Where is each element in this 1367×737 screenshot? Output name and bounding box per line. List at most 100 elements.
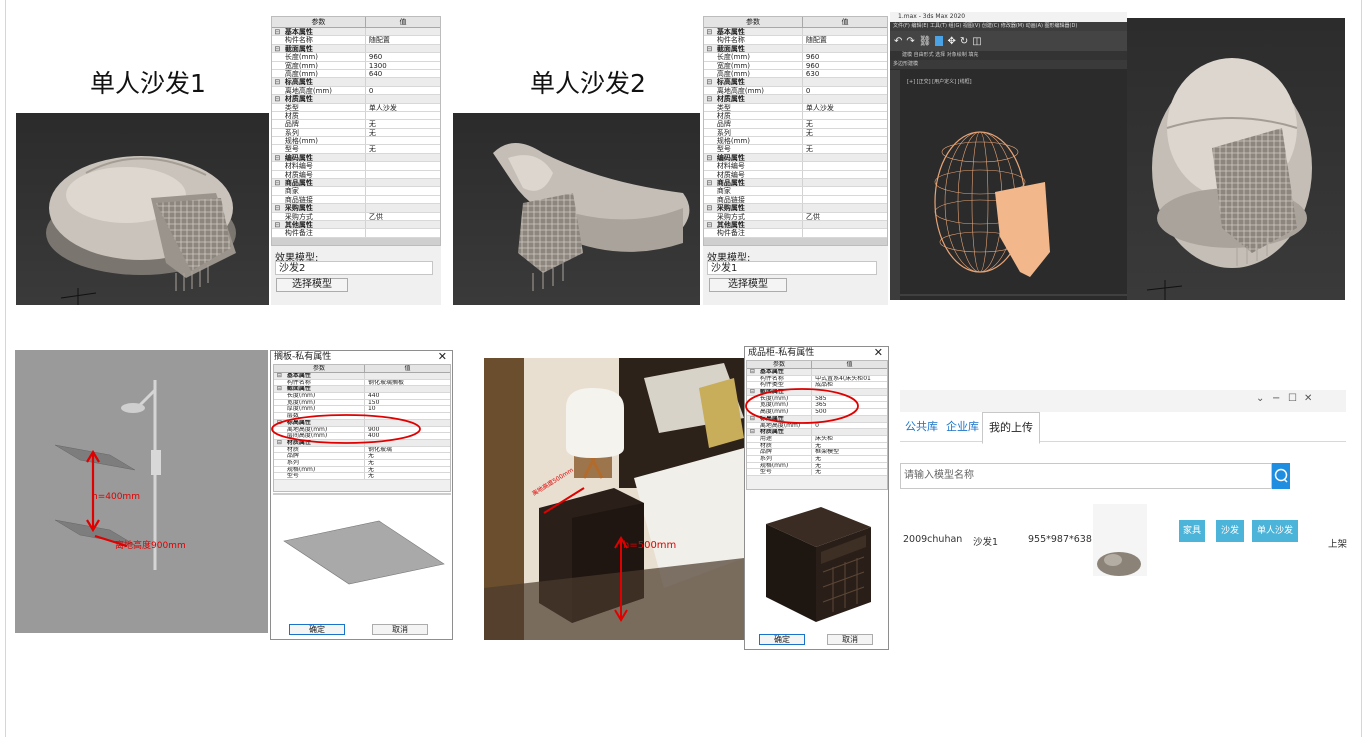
3dsmax-subribbon[interactable]: 多边形建模: [890, 60, 1127, 69]
collapse-icon[interactable]: ⊟: [704, 204, 715, 212]
property-section-row[interactable]: ⊟ 编码属性: [704, 153, 887, 163]
select-model-button[interactable]: 选择模型: [709, 278, 787, 292]
property-value[interactable]: 单人沙发: [366, 104, 440, 111]
property-value[interactable]: 无: [365, 473, 450, 479]
close-icon[interactable]: ✕: [1304, 393, 1312, 404]
property-section-row[interactable]: ⊟ 基本属性: [704, 28, 887, 37]
property-section-row[interactable]: ⊟ 材质属性: [272, 95, 440, 104]
property-value[interactable]: [366, 137, 440, 144]
property-value[interactable]: [803, 196, 887, 203]
property-section-row[interactable]: ⊟ 商品属性: [272, 179, 440, 188]
scrollbar-horizontal[interactable]: [272, 237, 440, 245]
tab-public-library[interactable]: 公共库: [905, 412, 938, 442]
collapse-icon[interactable]: ⊟: [704, 45, 715, 53]
property-value[interactable]: 钢化玻璃: [365, 447, 450, 453]
property-value[interactable]: 150: [365, 400, 450, 406]
collapse-icon[interactable]: ⊟: [704, 221, 715, 229]
collapse-icon[interactable]: ⊟: [272, 45, 283, 53]
effect-model-field[interactable]: 沙发2: [275, 261, 433, 275]
property-value[interactable]: 随配置: [366, 36, 440, 43]
3dsmax-menubar[interactable]: 文件(F) 编辑(E) 工具(T) 组(G) 视图(V) 创建(C) 修改器(M…: [890, 22, 1127, 31]
property-value[interactable]: 960: [366, 53, 440, 60]
collapse-icon[interactable]: ⊟: [272, 154, 283, 162]
property-value[interactable]: 无: [812, 463, 887, 469]
maximize-icon[interactable]: ☐: [1288, 393, 1297, 404]
property-value[interactable]: [366, 196, 440, 203]
property-section-row[interactable]: ⊟ 截面属性: [272, 44, 440, 54]
property-value[interactable]: 无: [803, 129, 887, 136]
collapse-icon[interactable]: ⊟: [274, 372, 285, 379]
collapse-icon[interactable]: ⊟: [272, 221, 283, 229]
property-value[interactable]: 无: [366, 129, 440, 136]
tag-sofa[interactable]: 沙发: [1216, 520, 1244, 542]
tag-furniture[interactable]: 家具: [1179, 520, 1205, 542]
property-section-row[interactable]: ⊟ 采购属性: [704, 204, 887, 213]
redo-icon[interactable]: ↷: [906, 36, 914, 47]
select-model-button[interactable]: 选择模型: [276, 278, 348, 292]
rotate-icon[interactable]: ↻: [960, 36, 968, 47]
property-section-row[interactable]: ⊟ 基本属性: [274, 372, 450, 380]
property-value[interactable]: 640: [366, 70, 440, 77]
property-value[interactable]: 440: [365, 393, 450, 399]
property-section-row[interactable]: ⊟ 基本属性: [747, 368, 887, 376]
property-value[interactable]: [803, 229, 887, 236]
collapse-icon[interactable]: ⊟: [272, 204, 283, 212]
collapse-icon[interactable]: ⊟: [704, 179, 715, 187]
minimize-icon[interactable]: −: [1272, 393, 1280, 404]
model-thumbnail[interactable]: [1093, 504, 1147, 576]
property-section-row[interactable]: ⊟ 标高属性: [704, 78, 887, 87]
collapse-icon[interactable]: ⊟: [272, 28, 283, 36]
collapse-icon[interactable]: ⊟: [747, 368, 758, 375]
property-value[interactable]: 钢化玻璃搁板: [365, 380, 450, 386]
collapse-icon[interactable]: ⊟: [704, 95, 715, 103]
property-value[interactable]: [803, 137, 887, 144]
collapse-icon[interactable]: ⊟: [272, 78, 283, 86]
chevron-down-icon[interactable]: ⌄: [1256, 393, 1264, 404]
link-icon[interactable]: ⛓: [919, 36, 932, 47]
property-value[interactable]: [366, 162, 440, 169]
collapse-icon[interactable]: ⊟: [272, 95, 283, 103]
model-search-input[interactable]: 请输入模型名称: [900, 463, 1272, 489]
property-value[interactable]: 无: [812, 469, 887, 475]
property-value[interactable]: 960: [803, 62, 887, 69]
collapse-icon[interactable]: ⊟: [704, 154, 715, 162]
collapse-icon[interactable]: ⊟: [274, 386, 285, 392]
cancel-button[interactable]: 取消: [372, 624, 428, 635]
property-value[interactable]: 无: [803, 145, 887, 152]
property-value[interactable]: 随配置: [803, 36, 887, 43]
property-value[interactable]: 无: [365, 460, 450, 466]
property-section-row[interactable]: ⊟ 基本属性: [272, 28, 440, 37]
property-value[interactable]: [803, 112, 887, 119]
collapse-icon[interactable]: ⊟: [704, 28, 715, 36]
property-value[interactable]: 乙供: [366, 213, 440, 220]
property-value[interactable]: 无: [803, 120, 887, 127]
property-value[interactable]: 框架模型: [812, 449, 887, 455]
property-value[interactable]: 乙供: [803, 213, 887, 220]
tab-enterprise-library[interactable]: 企业库: [946, 412, 979, 442]
close-icon[interactable]: ✕: [874, 347, 883, 359]
property-value[interactable]: 无: [366, 120, 440, 127]
property-value[interactable]: 中式置系4(床头柜01: [812, 376, 887, 382]
property-value[interactable]: [803, 187, 887, 194]
collapse-icon[interactable]: ⊟: [704, 78, 715, 86]
collapse-icon[interactable]: ⊟: [272, 179, 283, 187]
status-cell[interactable]: 上架: [1328, 536, 1347, 550]
property-value[interactable]: 无: [812, 443, 887, 449]
tag-single-sofa[interactable]: 单人沙发: [1252, 520, 1298, 542]
ok-button[interactable]: 确定: [289, 624, 345, 635]
property-value[interactable]: 无: [366, 145, 440, 152]
undo-icon[interactable]: ↶: [894, 36, 902, 47]
tab-my-uploads[interactable]: 我的上传: [982, 412, 1040, 444]
property-value[interactable]: 无: [812, 456, 887, 462]
property-value[interactable]: 无: [365, 453, 450, 459]
ok-button[interactable]: 确定: [759, 634, 805, 645]
scale-icon[interactable]: ◫: [972, 36, 981, 47]
scrollbar-horizontal[interactable]: [704, 237, 887, 245]
move-icon[interactable]: ✥: [947, 36, 955, 47]
cancel-button[interactable]: 取消: [827, 634, 873, 645]
table-row[interactable]: 2009chuhan 沙发1 955*987*638 家具 沙发 单人沙发 上架: [900, 494, 1347, 580]
property-value[interactable]: 无: [365, 467, 450, 473]
property-section-row[interactable]: ⊟ 截面属性: [274, 386, 450, 394]
select-tool-icon[interactable]: [935, 36, 944, 46]
property-section-row[interactable]: ⊟ 材质属性: [704, 95, 887, 104]
